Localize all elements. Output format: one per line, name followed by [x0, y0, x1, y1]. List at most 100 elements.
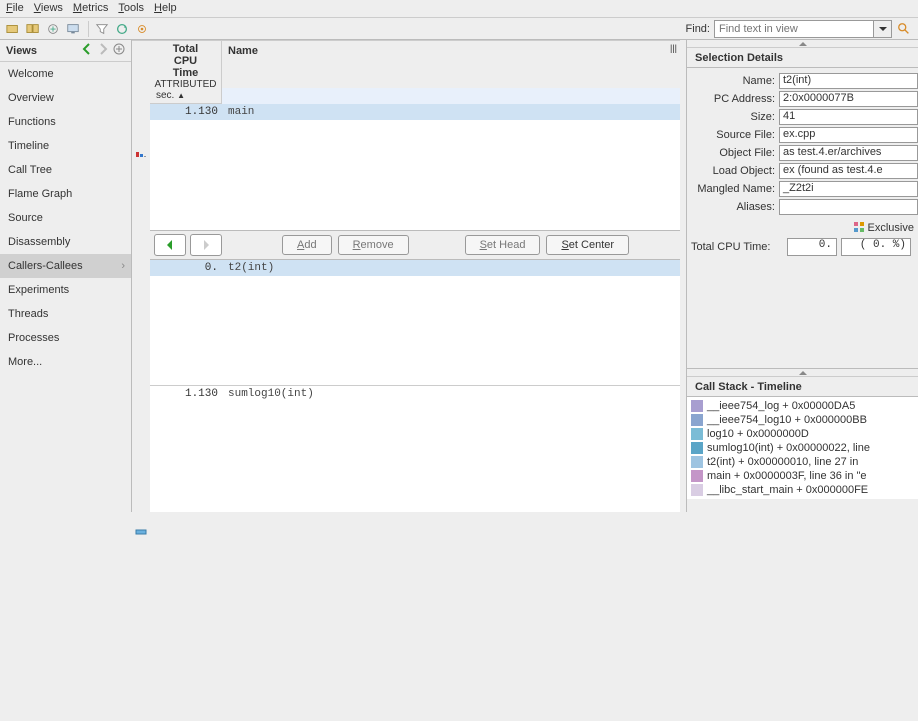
cpu-time-pct[interactable]: ( 0. %) — [841, 238, 911, 256]
sidebar-back-icon[interactable] — [81, 43, 93, 58]
menu-file[interactable]: File — [6, 2, 24, 15]
nav-fwd-button[interactable] — [190, 234, 222, 256]
prop-obj-value[interactable]: as test.4.er/archives — [779, 145, 918, 161]
prop-size-value[interactable]: 41 — [779, 109, 918, 125]
focus-gutter-icon — [135, 526, 147, 721]
focus-name[interactable]: t2(int) — [222, 262, 680, 274]
callers-grid[interactable]: 1.130 main — [150, 104, 680, 230]
collapse-handle-cs[interactable] — [687, 369, 918, 377]
sidebar-item-overview[interactable]: Overview — [0, 86, 131, 110]
nav-back-button[interactable] — [154, 234, 186, 256]
toolbar-separator — [88, 21, 89, 37]
callstack-panel: Call Stack - Timeline __ieee754_log + 0x… — [687, 368, 918, 499]
focus-grid[interactable]: 0. t2(int) — [150, 260, 680, 386]
sidebar-add-icon[interactable] — [113, 43, 125, 58]
selection-details-body: Name:t2(int) PC Address:2:0x0000077B Siz… — [687, 68, 918, 220]
sidebar-item-functions[interactable]: Functions — [0, 110, 131, 134]
sidebar-item-source[interactable]: Source — [0, 206, 131, 230]
callstack-row: sumlog10(int) + 0x00000022, line — [687, 441, 918, 455]
find-dropdown-icon[interactable] — [874, 20, 892, 38]
collapse-handle-top[interactable] — [687, 40, 918, 48]
callstack-row: t2(int) + 0x00000010, line 27 in — [687, 455, 918, 469]
cpu-time-value[interactable]: 0. — [787, 238, 837, 256]
remove-button[interactable]: Remove — [338, 235, 409, 255]
exclusive-label: Exclusive — [868, 222, 914, 234]
menu-help[interactable]: Help — [154, 2, 177, 15]
cs-color-icon — [691, 400, 703, 412]
prop-load-value[interactable]: ex (found as test.4.e — [779, 163, 918, 179]
exclusive-strip: Exclusive — [687, 220, 918, 236]
toolbar: Find: — [0, 18, 918, 40]
cs-color-icon — [691, 428, 703, 440]
cs-color-icon — [691, 414, 703, 426]
prop-pc-label: PC Address: — [687, 93, 779, 105]
sidebar-item-processes[interactable]: Processes — [0, 326, 131, 350]
attach-icon[interactable] — [44, 20, 62, 38]
remote-icon[interactable] — [64, 20, 82, 38]
cs-color-icon — [691, 470, 703, 482]
callers-gutter-icon — [135, 151, 147, 346]
sidebar-item-flamegraph[interactable]: Flame Graph — [0, 182, 131, 206]
prop-load-label: Load Object: — [687, 165, 779, 177]
sidebar-fwd-icon[interactable] — [97, 43, 109, 58]
sidebar-item-experiments[interactable]: Experiments — [0, 278, 131, 302]
prop-name-value[interactable]: t2(int) — [779, 73, 918, 89]
right-panel: Selection Details Name:t2(int) PC Addres… — [686, 40, 918, 512]
prop-pc-value[interactable]: 2:0x0000077B — [779, 91, 918, 107]
main-area: Views Welcome Overview Functions Timelin… — [0, 40, 918, 512]
find-strip: Find: — [686, 20, 914, 38]
cs-color-icon — [691, 456, 703, 468]
open-experiment-icon[interactable] — [4, 20, 22, 38]
sidebar-item-disassembly[interactable]: Disassembly — [0, 230, 131, 254]
sidebar-item-calltree[interactable]: Call Tree — [0, 158, 131, 182]
cs-color-icon — [691, 442, 703, 454]
sidebar-item-more[interactable]: More... — [0, 350, 131, 374]
compare-icon[interactable] — [24, 20, 42, 38]
callstack-row: __libc_start_main + 0x000000FE — [687, 483, 918, 497]
sidebar-title: Views — [6, 45, 37, 57]
prop-src-value[interactable]: ex.cpp — [779, 127, 918, 143]
menu-views[interactable]: Views — [34, 2, 63, 15]
find-input[interactable] — [714, 20, 874, 38]
callstack-body[interactable]: __ieee754_log + 0x00000DA5 __ieee754_log… — [687, 397, 918, 499]
callstack-row: __ieee754_log10 + 0x000000BB — [687, 413, 918, 427]
mid-toolbar: Add Remove Set Head Set Center — [150, 230, 680, 260]
callee-time: 1.130 — [150, 388, 222, 400]
filter-icon[interactable] — [93, 20, 111, 38]
sidebar-item-welcome[interactable]: Welcome — [0, 62, 131, 86]
menu-metrics[interactable]: Metrics — [73, 2, 108, 15]
caller-time: 1.130 — [150, 106, 222, 118]
prop-aliases-label: Aliases: — [687, 201, 779, 213]
callees-grid[interactable]: 1.130 sumlog10(int) — [150, 385, 680, 512]
menubar: File Views Metrics Tools Help — [0, 0, 918, 18]
prop-mangled-label: Mangled Name: — [687, 183, 779, 195]
prop-obj-label: Object File: — [687, 147, 779, 159]
set-head-button[interactable]: Set Head — [465, 235, 541, 255]
center-panel: Total CPU Time ATTRIBUTED sec. ▲ Name ||… — [132, 40, 680, 512]
caller-name[interactable]: main — [222, 106, 680, 118]
menu-tools[interactable]: Tools — [118, 2, 144, 15]
cs-color-icon — [691, 484, 703, 496]
selection-details-header: Selection Details — [687, 48, 918, 68]
add-button[interactable]: Add — [282, 235, 332, 255]
set-center-button[interactable]: Set Center — [546, 235, 629, 255]
find-search-icon[interactable] — [894, 20, 914, 38]
sidebar-item-threads[interactable]: Threads — [0, 302, 131, 326]
sidebar-header: Views — [0, 40, 131, 62]
sidebar-item-timeline[interactable]: Timeline — [0, 134, 131, 158]
find-label: Find: — [686, 23, 710, 35]
prop-aliases-value[interactable] — [779, 199, 918, 215]
callstack-row: log10 + 0x0000000D — [687, 427, 918, 441]
exclusive-icon — [854, 222, 864, 232]
focus-time: 0. — [150, 262, 222, 274]
settings-icon[interactable] — [133, 20, 151, 38]
callee-name[interactable]: sumlog10(int) — [222, 388, 680, 400]
gutter-rail — [132, 41, 150, 512]
callstack-header: Call Stack - Timeline — [687, 377, 918, 397]
views-sidebar: Views Welcome Overview Functions Timelin… — [0, 40, 132, 512]
cpu-time-label: Total CPU Time: — [691, 241, 783, 253]
column-time-header[interactable]: Total CPU Time ATTRIBUTED sec. ▲ — [150, 41, 222, 103]
prop-mangled-value[interactable]: _Z2t2i — [779, 181, 918, 197]
sidebar-item-callers-callees[interactable]: Callers-Callees — [0, 254, 131, 278]
refresh-icon[interactable] — [113, 20, 131, 38]
